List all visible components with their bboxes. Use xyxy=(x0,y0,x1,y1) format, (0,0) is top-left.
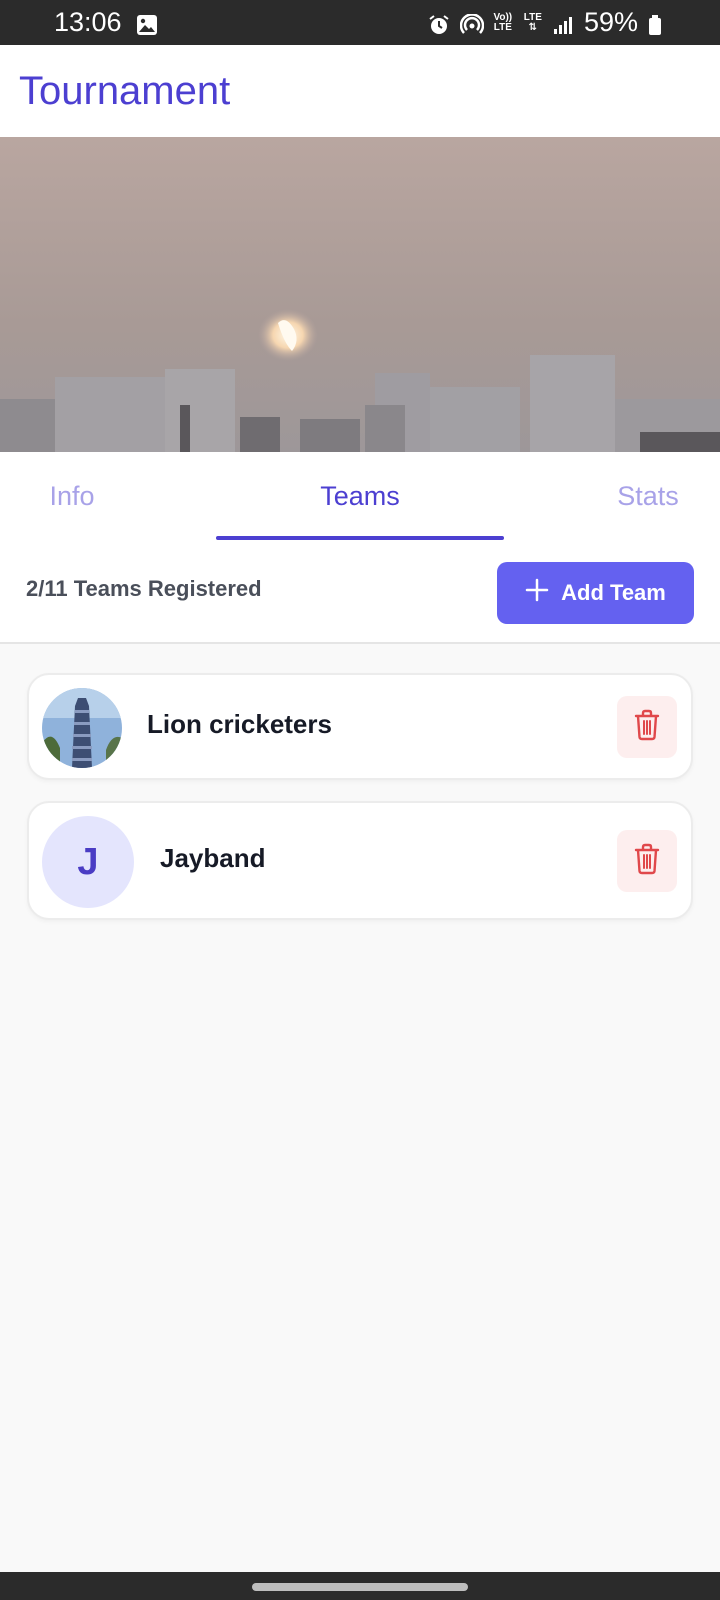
volte-indicator: Vo)) LTE xyxy=(493,11,513,33)
trash-icon xyxy=(633,709,661,746)
active-tab-indicator xyxy=(216,536,504,540)
add-team-label: Add Team xyxy=(561,580,666,605)
data-arrows-icon: ⇅ xyxy=(528,21,538,33)
hotspot-icon xyxy=(459,12,485,34)
battery-icon xyxy=(648,12,662,35)
app-bar: Tournament xyxy=(0,45,720,137)
tab-bar: Info Teams Stats xyxy=(0,452,720,542)
trash-icon xyxy=(633,843,661,880)
system-nav-bar xyxy=(0,1572,720,1600)
team-name: Lion cricketers xyxy=(147,709,332,739)
tab-stats[interactable]: Stats xyxy=(576,452,720,540)
team-avatar-letter: J xyxy=(77,840,99,883)
home-gesture-handle[interactable] xyxy=(252,1583,468,1591)
signal-icon xyxy=(552,12,574,34)
battery-percent: 59% xyxy=(583,7,638,37)
tab-info[interactable]: Info xyxy=(0,452,144,540)
team-avatar xyxy=(42,688,122,768)
tournament-cover-image xyxy=(0,137,720,452)
team-card[interactable]: Lion cricketers xyxy=(27,673,693,780)
tab-teams-label: Teams xyxy=(320,480,400,511)
lte-label: LTE xyxy=(523,11,542,23)
tab-info-label: Info xyxy=(49,480,95,511)
teams-header: 2/11 Teams Registered Add Team xyxy=(0,542,720,644)
status-bar: 13:06 Vo)) LTE LTE ⇅ 59% xyxy=(0,0,720,45)
team-avatar: J xyxy=(42,816,134,908)
gallery-icon xyxy=(136,12,158,35)
delete-team-button[interactable] xyxy=(617,696,677,758)
lte-indicator: LTE ⇅ xyxy=(523,11,542,33)
team-card[interactable]: J Jayband xyxy=(27,801,693,920)
teams-registered-count: 2/11 Teams Registered xyxy=(26,576,262,601)
add-team-button[interactable]: Add Team xyxy=(497,562,694,624)
tab-stats-label: Stats xyxy=(617,480,679,511)
plus-icon xyxy=(525,578,549,608)
team-name: Jayband xyxy=(160,843,266,873)
delete-team-button[interactable] xyxy=(617,830,677,892)
tab-teams[interactable]: Teams xyxy=(216,452,504,540)
alarm-icon xyxy=(428,12,450,34)
page-title: Tournament xyxy=(19,68,231,113)
status-time: 13:06 xyxy=(54,7,122,37)
